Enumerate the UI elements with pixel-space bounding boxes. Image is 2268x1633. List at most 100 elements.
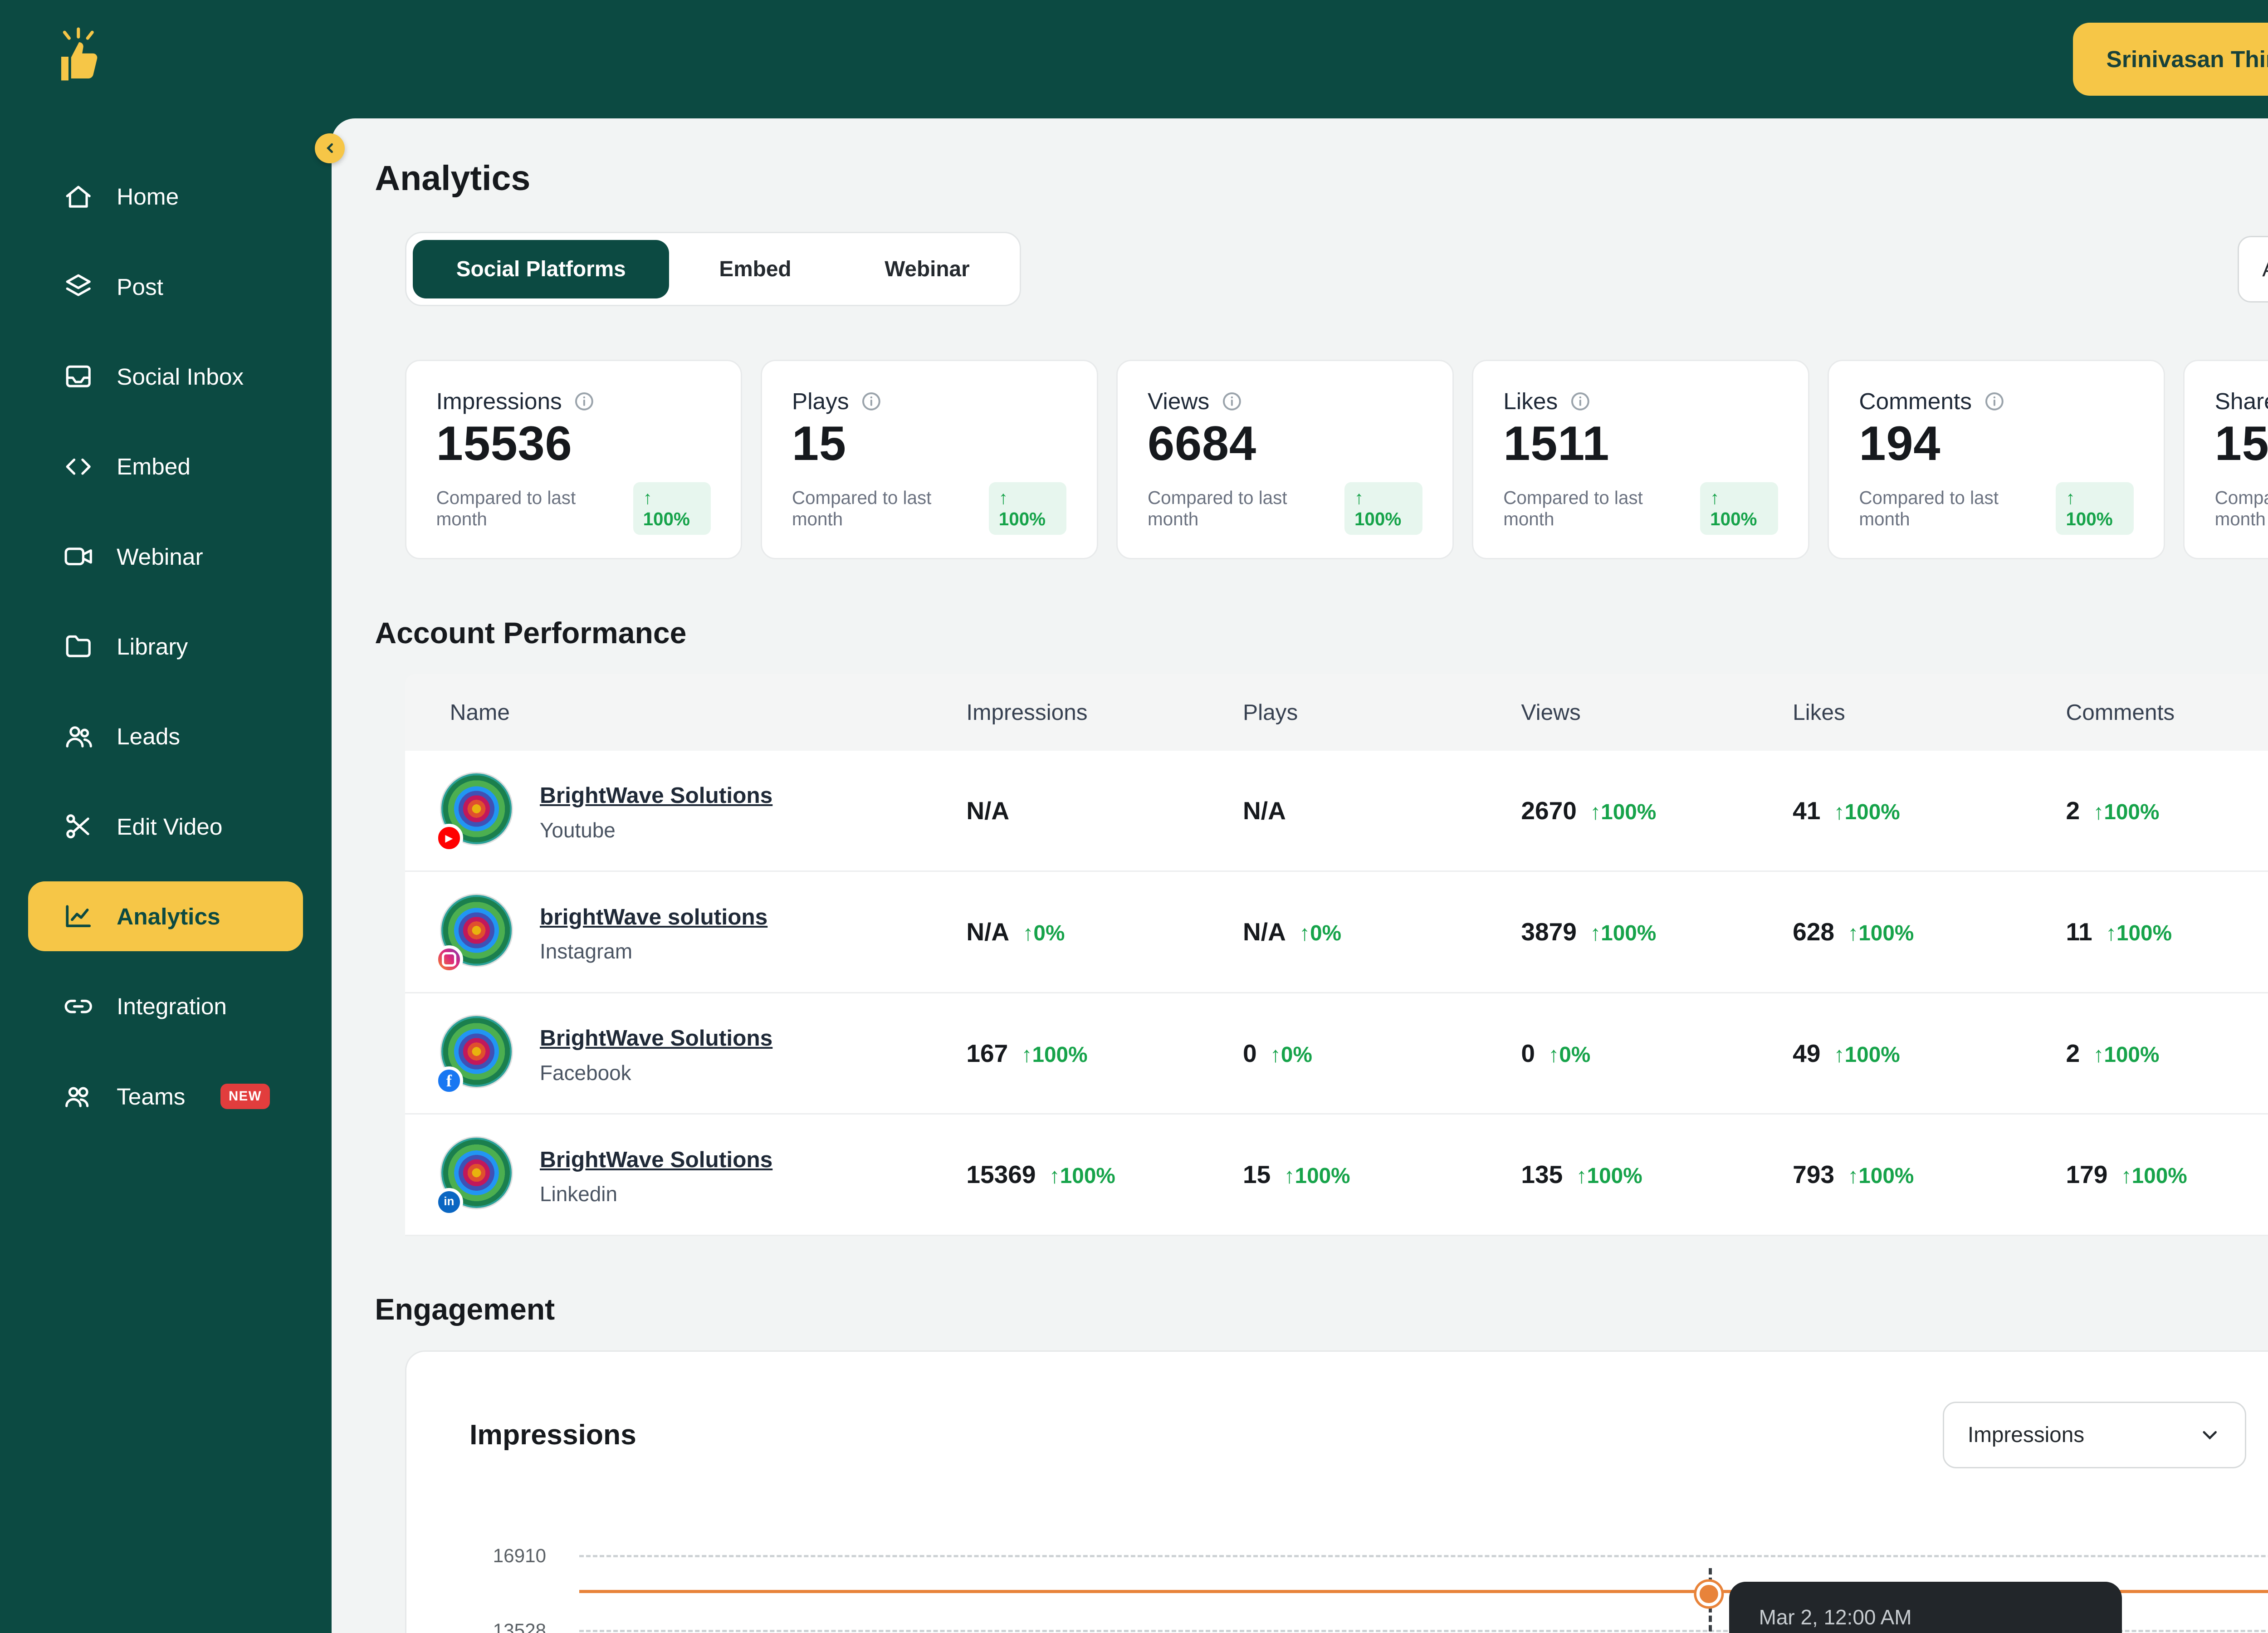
account-link[interactable]: BrightWave Solutions	[540, 1147, 772, 1172]
data-point-marker[interactable]	[1696, 1582, 1721, 1606]
sidebar-item-label: Embed	[117, 453, 191, 480]
sidebar-item-label: Leads	[117, 723, 180, 750]
metric-value: 15369	[966, 1160, 1036, 1189]
metric-value: 41	[1793, 796, 1820, 825]
sidebar-item-label: Webinar	[117, 543, 203, 570]
stat-delta-badge: ↑ 100%	[1344, 482, 1422, 535]
stat-label: Plays	[792, 387, 849, 415]
metric-delta: ↑100%	[1590, 800, 1656, 825]
metric-delta: ↑100%	[2093, 1042, 2159, 1067]
engagement-card: Impressions Impressions Last 7 Days 1691…	[405, 1350, 2268, 1633]
tab-social-platforms[interactable]: Social Platforms	[413, 240, 669, 298]
analytics-tabs: Social Platforms Embed Webinar	[405, 232, 1021, 306]
stat-value: 15	[792, 416, 1067, 471]
metric-delta: ↑100%	[1834, 1042, 1900, 1067]
metric-delta: ↑100%	[2106, 921, 2172, 946]
people-icon	[62, 720, 95, 753]
info-icon[interactable]	[1569, 391, 1591, 412]
sidebar-item-home[interactable]: Home	[28, 161, 303, 231]
sidebar-item-label: Integration	[117, 993, 227, 1020]
app-logo[interactable]	[0, 0, 332, 118]
y-axis-tick: 13528	[469, 1620, 546, 1633]
column-header-plays: Plays	[1243, 699, 1521, 725]
stat-card-views: Views 6684 Compared to last month ↑ 100%	[1116, 360, 1454, 560]
metric-value: 793	[1793, 1160, 1834, 1189]
metric-delta: ↑100%	[1284, 1164, 1350, 1188]
column-header-views: Views	[1521, 699, 1793, 725]
stat-compare-label: Compared to last month	[1503, 487, 1688, 530]
metric-delta: ↑100%	[1576, 1164, 1642, 1188]
table-row-facebook: BrightWave Solutions Facebook 167↑100% 0…	[405, 993, 2268, 1115]
metric-value: N/A	[1243, 796, 1286, 825]
info-icon[interactable]	[860, 391, 882, 412]
sidebar-item-embed[interactable]: Embed	[28, 431, 303, 501]
instagram-icon	[435, 945, 463, 973]
metric-value: 167	[966, 1039, 1008, 1068]
avatar	[440, 1015, 517, 1091]
metric-delta: ↑0%	[1023, 921, 1065, 946]
metric-delta: ↑100%	[2121, 1164, 2187, 1188]
account-link[interactable]: BrightWave Solutions	[540, 782, 772, 808]
sidebar-collapse-button[interactable]	[315, 133, 345, 163]
thumbs-up-logo-icon	[47, 23, 110, 96]
metric-delta: ↑0%	[1270, 1042, 1312, 1067]
sidebar-item-webinar[interactable]: Webinar	[28, 522, 303, 592]
account-link[interactable]: brightWave solutions	[540, 904, 767, 929]
column-header-name: Name	[405, 699, 967, 725]
engagement-metric-select[interactable]: Impressions	[1943, 1402, 2246, 1468]
analytics-chart-icon	[62, 900, 95, 933]
tab-webinar[interactable]: Webinar	[841, 240, 1013, 298]
metric-value: 11	[2066, 917, 2092, 946]
metric-delta: ↑100%	[1848, 1164, 1914, 1188]
stat-delta-badge: ↑ 100%	[2056, 482, 2134, 535]
column-header-comments: Comments	[2066, 699, 2268, 725]
info-icon[interactable]	[1221, 391, 1243, 412]
metric-value: N/A	[1243, 917, 1286, 946]
account-switcher-label: Srinivasan Thirum...	[2107, 45, 2268, 73]
metric-value: 628	[1793, 917, 1834, 946]
sidebar-item-label: Edit Video	[117, 813, 222, 840]
new-badge: NEW	[220, 1084, 270, 1109]
sidebar-item-analytics[interactable]: Analytics	[28, 881, 303, 951]
stat-label: Views	[1148, 387, 1209, 415]
stat-compare-label: Compared to last month	[2215, 487, 2268, 530]
sidebar-item-social-inbox[interactable]: Social Inbox	[28, 342, 303, 411]
tab-embed[interactable]: Embed	[676, 240, 835, 298]
page-title: Analytics	[375, 158, 2268, 199]
account-link[interactable]: BrightWave Solutions	[540, 1025, 772, 1051]
info-icon[interactable]	[1984, 391, 2005, 412]
column-header-likes: Likes	[1793, 699, 2066, 725]
sidebar-item-label: Social Inbox	[117, 363, 244, 390]
stat-label: Shares	[2215, 387, 2268, 415]
chevron-left-icon	[323, 141, 337, 156]
metric-value: N/A	[966, 796, 1009, 825]
teams-icon	[62, 1080, 95, 1113]
engagement-title: Engagement	[375, 1292, 2268, 1327]
sidebar-item-label: Post	[117, 273, 163, 300]
table-row-youtube: BrightWave Solutions Youtube N/A N/A 267…	[405, 751, 2268, 872]
metric-delta: ↑100%	[2093, 800, 2159, 825]
analytics-app: Srinivasan Thirum... SO Home	[0, 0, 2268, 1633]
sidebar-item-label: Home	[117, 183, 179, 210]
sidebar-item-post[interactable]: Post	[28, 252, 303, 322]
sidebar-item-edit-video[interactable]: Edit Video	[28, 792, 303, 861]
sidebar-item-teams[interactable]: Teams NEW	[28, 1061, 303, 1131]
facebook-icon	[435, 1066, 463, 1095]
account-switcher-button[interactable]: Srinivasan Thirum...	[2073, 23, 2268, 96]
metric-value: 2	[2066, 796, 2080, 825]
info-icon[interactable]	[573, 391, 595, 412]
table-row-instagram: brightWave solutions Instagram N/A↑0% N/…	[405, 872, 2268, 993]
all-accounts-select[interactable]: All Accounts	[2238, 236, 2268, 303]
sidebar-item-label: Teams	[117, 1083, 185, 1110]
sidebar: Home Post Social Inbox Embed Webinar	[0, 0, 332, 1633]
video-camera-icon	[62, 540, 95, 573]
sidebar-item-library[interactable]: Library	[28, 611, 303, 681]
metric-value: 49	[1793, 1039, 1820, 1068]
column-header-impressions: Impressions	[966, 699, 1243, 725]
all-accounts-label: All Accounts	[2262, 257, 2268, 282]
scissors-icon	[62, 810, 95, 843]
sidebar-item-integration[interactable]: Integration	[28, 971, 303, 1041]
sidebar-item-leads[interactable]: Leads	[28, 701, 303, 771]
stat-compare-label: Compared to last month	[436, 487, 621, 530]
sidebar-nav: Home Post Social Inbox Embed Webinar	[0, 161, 332, 1131]
